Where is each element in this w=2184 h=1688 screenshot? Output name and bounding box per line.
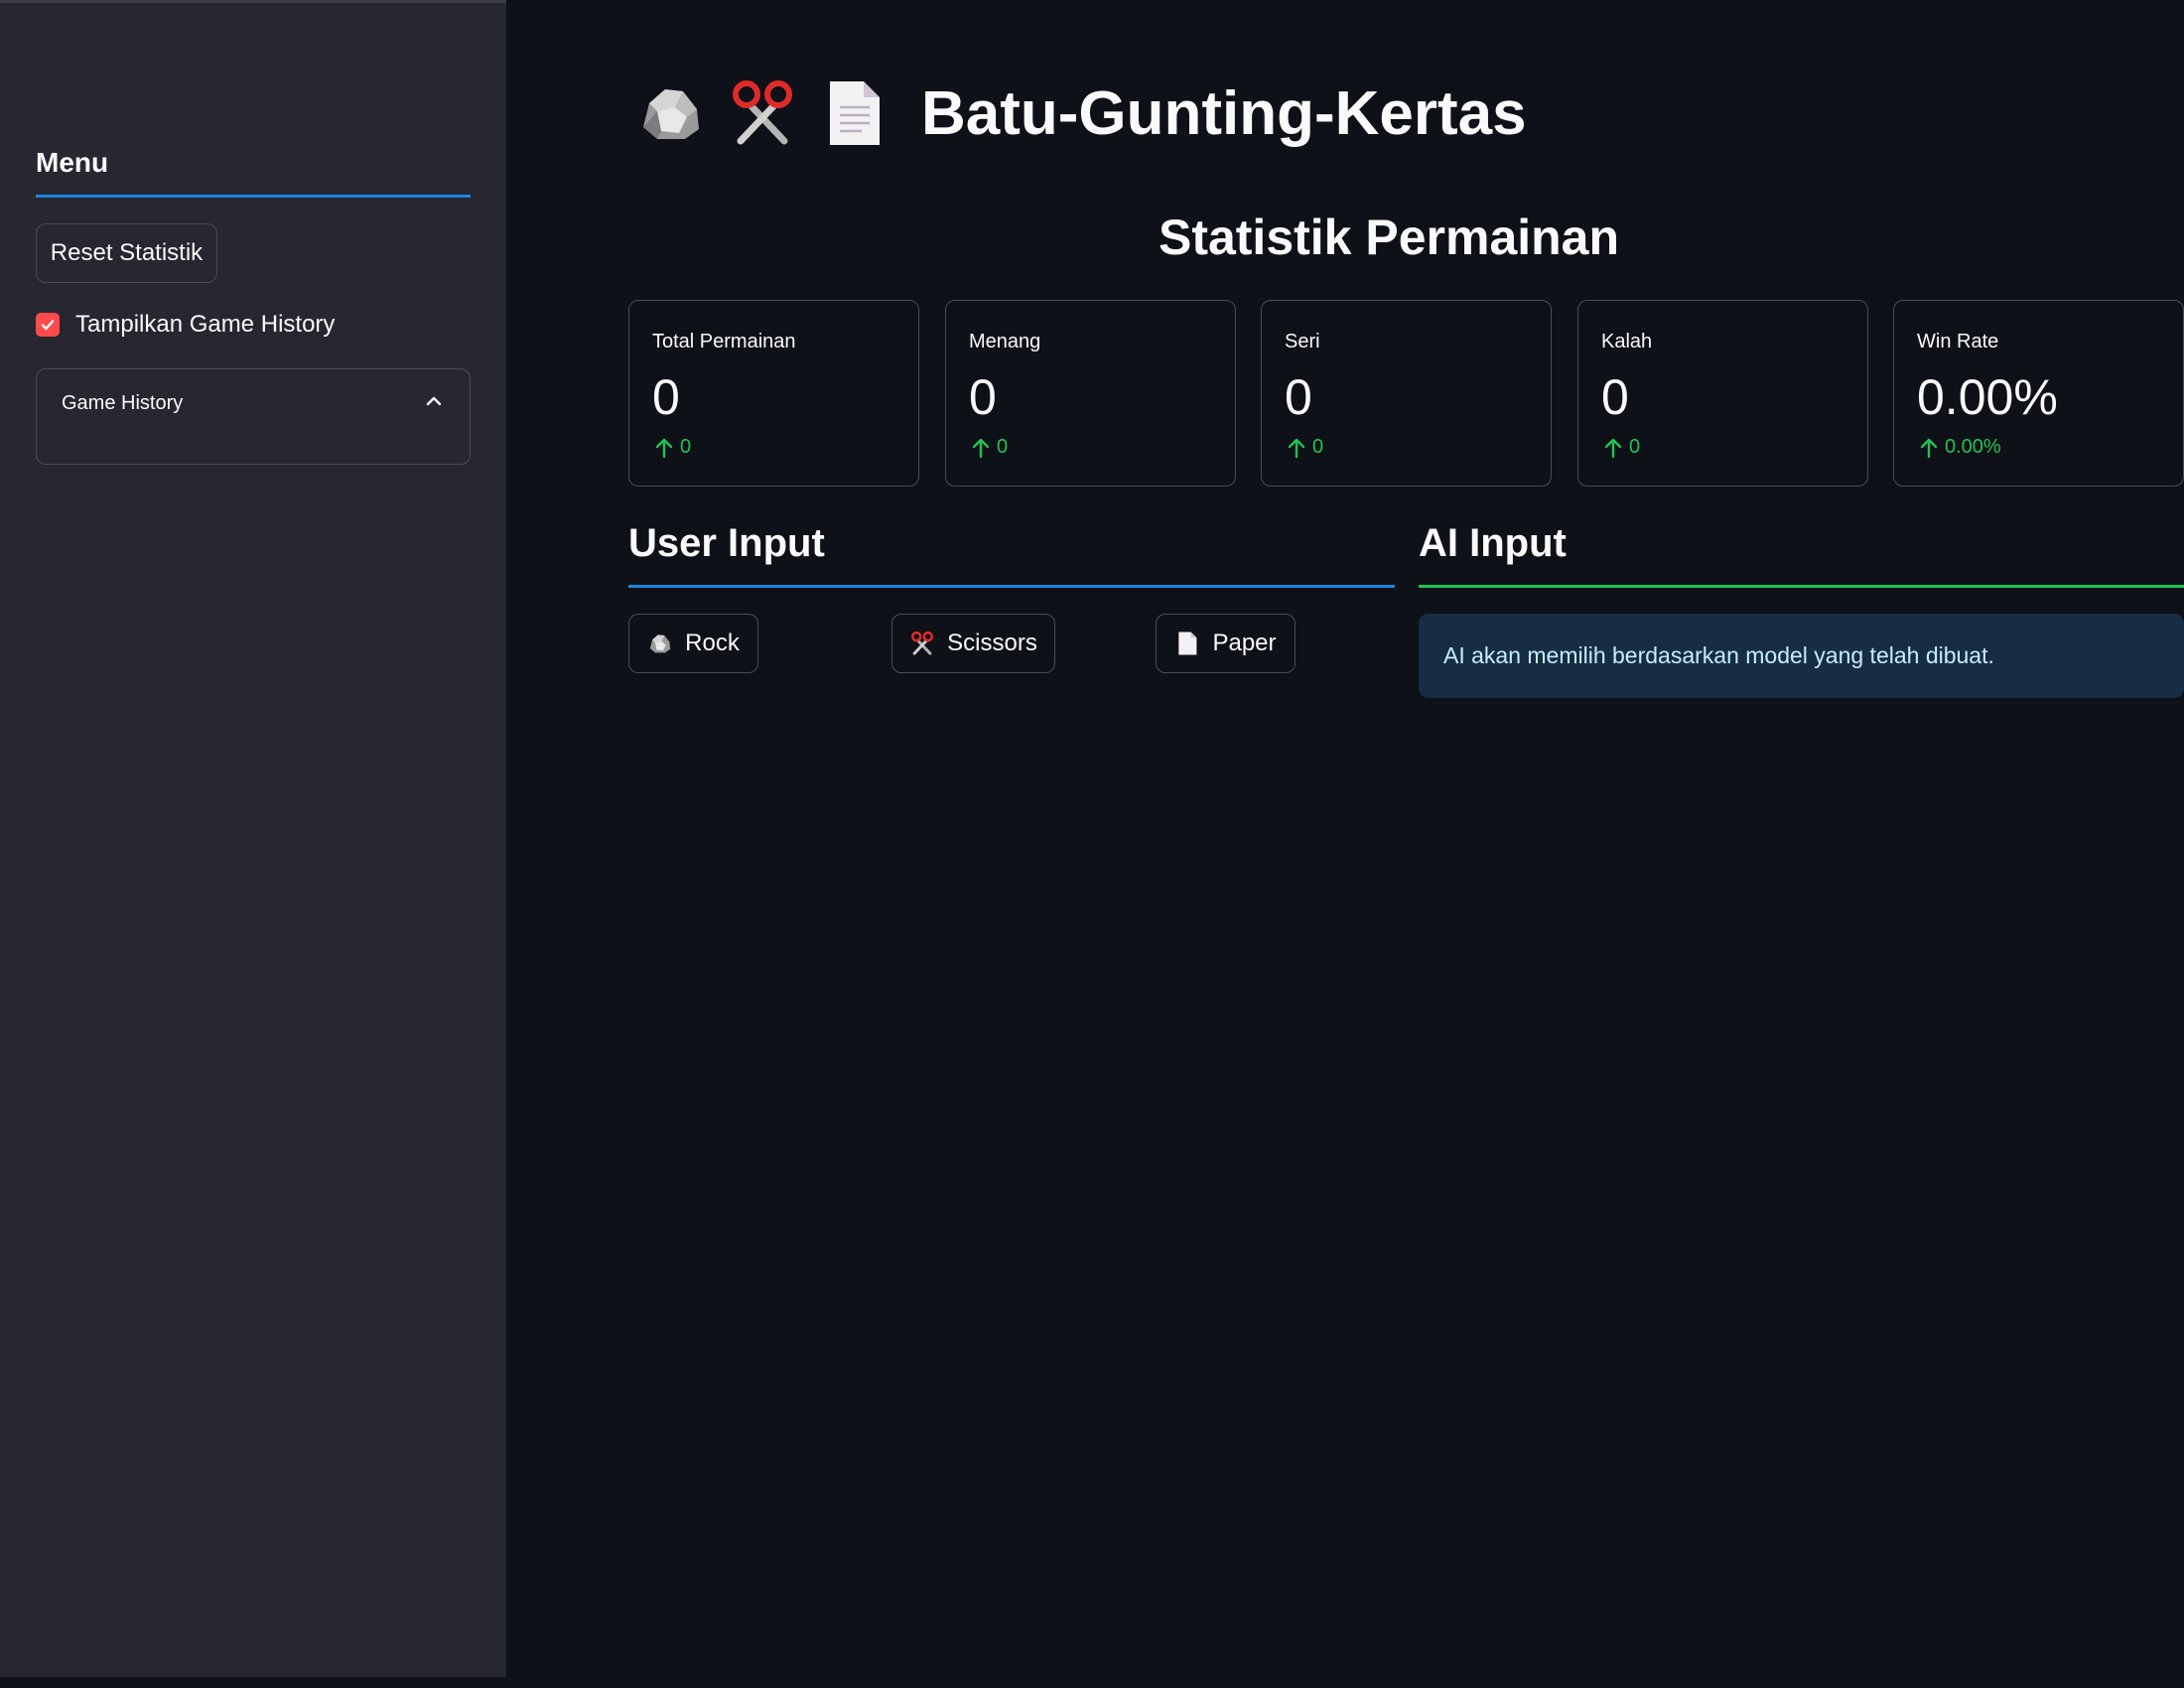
paper-icon: [830, 81, 880, 145]
metric-delta: 0: [1287, 436, 1323, 459]
metric-delta: 0: [654, 436, 691, 459]
metric-total: Total Permainan 0 0: [628, 300, 919, 487]
metric-label: Kalah: [1601, 331, 1653, 352]
scissors-button-label: Scissors: [947, 630, 1037, 656]
game-history-expander[interactable]: Game History: [36, 368, 471, 465]
user-input-heading: User Input: [628, 521, 825, 565]
metric-delta: 0: [971, 436, 1008, 459]
stats-heading: Statistik Permainan: [1158, 210, 1620, 265]
paper-button-label: Paper: [1212, 630, 1277, 656]
rock-icon: [643, 89, 699, 139]
reset-statistik-button[interactable]: Reset Statistik: [36, 223, 217, 283]
metric-win-rate: Win Rate 0.00% 0.00%: [1893, 300, 2184, 487]
metric-delta-value: 0.00%: [1945, 436, 2001, 458]
metric-delta-value: 0: [680, 436, 692, 458]
metric-value: 0: [652, 369, 680, 425]
sidebar-title: Menu: [36, 147, 109, 178]
user-input-divider: [628, 585, 1395, 588]
show-history-checkbox-row[interactable]: Tampilkan Game History: [36, 311, 335, 339]
show-history-label: Tampilkan Game History: [75, 311, 336, 338]
metric-delta-value: 0: [1312, 436, 1324, 458]
arrow-up-icon: [1288, 438, 1305, 458]
chevron-up-icon[interactable]: [424, 391, 444, 411]
ai-input-divider: [1419, 585, 2184, 588]
metric-value: 0.00%: [1917, 369, 2058, 425]
metric-menang: Menang 0 0: [945, 300, 1236, 487]
scissors-button[interactable]: Scissors: [891, 614, 1055, 673]
page-title: Batu-Gunting-Kertas: [921, 78, 1527, 148]
paper-icon: [1178, 632, 1197, 655]
ai-info-alert: AI akan memilih berdasarkan model yang t…: [1419, 614, 2184, 698]
metric-label: Win Rate: [1917, 331, 1999, 352]
rock-button-label: Rock: [685, 630, 740, 656]
metric-delta-value: 0: [997, 436, 1009, 458]
game-history-label: Game History: [62, 392, 184, 414]
metric-label: Menang: [969, 331, 1041, 352]
arrow-up-icon: [1604, 438, 1622, 458]
metric-label: Total Permainan: [652, 331, 796, 352]
ai-info-text: AI akan memilih berdasarkan model yang t…: [1443, 642, 1994, 668]
paper-button[interactable]: Paper: [1156, 614, 1296, 673]
metric-delta-value: 0: [1629, 436, 1641, 458]
sidebar: Menu Reset Statistik Tampilkan Game Hist…: [0, 0, 506, 1677]
show-history-checkbox[interactable]: [36, 313, 60, 337]
metric-delta: 0: [1603, 436, 1640, 459]
checkmark-icon: [41, 320, 55, 331]
rock-button[interactable]: Rock: [628, 614, 758, 673]
metric-value: 0: [1285, 369, 1312, 425]
scissors-icon: [911, 631, 934, 655]
metric-kalah: Kalah 0 0: [1577, 300, 1868, 487]
page-header: Batu-Gunting-Kertas: [635, 77, 1527, 149]
arrow-up-icon: [1920, 438, 1938, 458]
arrow-up-icon: [655, 438, 673, 458]
metric-seri: Seri 0 0: [1261, 300, 1552, 487]
scissors-icon: [733, 80, 792, 145]
ai-input-heading: AI Input: [1419, 521, 1567, 565]
metric-value: 0: [1601, 369, 1629, 425]
sidebar-divider: [36, 195, 471, 198]
arrow-up-icon: [972, 438, 990, 458]
rock-icon: [650, 634, 671, 653]
metric-delta: 0.00%: [1919, 436, 2001, 459]
metric-label: Seri: [1285, 331, 1320, 352]
metric-value: 0: [969, 369, 997, 425]
